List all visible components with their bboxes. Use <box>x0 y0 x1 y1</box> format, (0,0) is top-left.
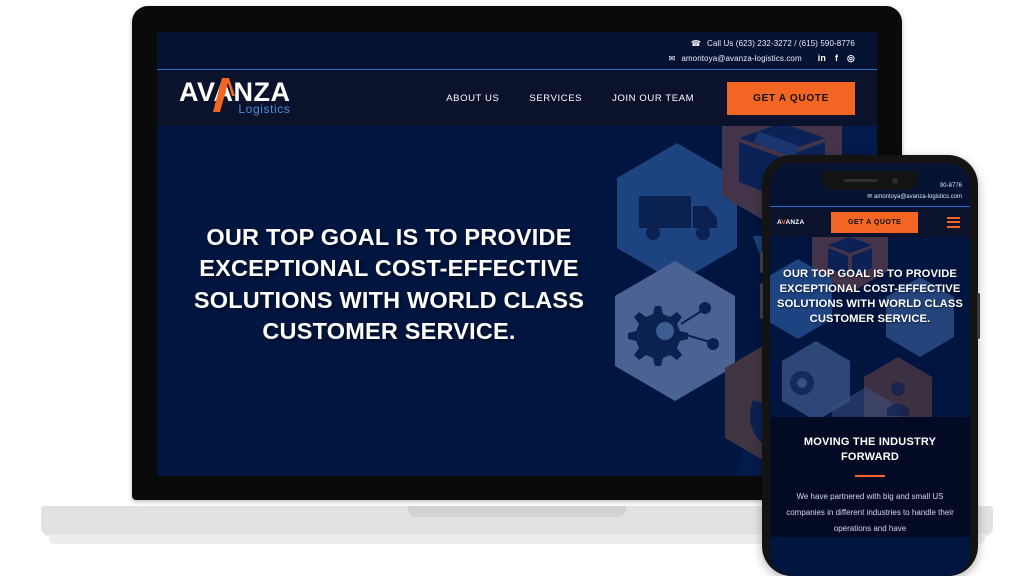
phone-device: 90-8776 ✉ amontoya@avanza-logistics.com … <box>760 155 980 576</box>
nav-link-join-our-team[interactable]: JOIN OUR TEAM <box>597 93 709 104</box>
instagram-icon[interactable]: ◎ <box>847 51 855 66</box>
phone-hero-headline: OUR TOP GOAL IS TO PROVIDE EXCEPTIONAL C… <box>777 268 963 326</box>
phone-section-body: We have partnered with big and small US … <box>786 491 954 533</box>
phone-section-divider <box>855 474 885 477</box>
logo-wordmark: AVANZA <box>179 77 291 107</box>
nav-link-services[interactable]: SERVICES <box>514 93 597 104</box>
phone-text: Call Us (623) 232-3272 / (615) 590-8776 <box>707 39 855 48</box>
top-contact-bar: ☎ Call Us (623) 232-3272 / (615) 590-877… <box>157 32 877 70</box>
phone-logo-rest: ANZA <box>785 218 805 226</box>
phone-get-a-quote-button[interactable]: GET A QUOTE <box>831 211 919 233</box>
nav-right-group: ABOUT US SERVICES JOIN OUR TEAM GET A QU… <box>431 81 877 115</box>
phone-gear-icon <box>790 371 814 395</box>
hero-headline: OUR TOP GOAL IS TO PROVIDE EXCEPTIONAL C… <box>193 224 585 344</box>
facebook-icon[interactable]: f <box>835 51 838 66</box>
phone-hero-section: OUR TOP GOAL IS TO PROVIDE EXCEPTIONAL C… <box>770 237 970 417</box>
mockup-stage: ☎ Call Us (623) 232-3272 / (615) 590-877… <box>0 0 1024 576</box>
phone-volume-button[interactable] <box>760 283 763 319</box>
earpiece-speaker <box>844 179 878 182</box>
phone-mute-button[interactable] <box>760 251 763 273</box>
phone-notch <box>822 171 918 190</box>
phone-site-logo[interactable]: AVANZA <box>777 219 804 226</box>
phone-topbar-email-text: amontoya@avanza-logistics.com <box>873 194 962 200</box>
phone-navbar: AVANZA GET A QUOTE <box>770 207 970 237</box>
phone-topbar-email[interactable]: ✉ amontoya@avanza-logistics.com <box>770 192 962 203</box>
hamburger-menu-icon[interactable] <box>945 215 962 230</box>
linkedin-icon[interactable]: in <box>818 51 826 66</box>
phone-icon: ☎ <box>690 39 701 48</box>
social-links: in f ◎ <box>818 51 855 66</box>
phone-moving-forward-section: MOVING THE INDUSTRY FORWARD We have part… <box>770 417 970 537</box>
get-a-quote-button[interactable]: GET A QUOTE <box>727 81 855 115</box>
phone-section-title: MOVING THE INDUSTRY FORWARD <box>803 436 937 464</box>
phone-power-button[interactable] <box>977 293 980 339</box>
nav-link-about-us[interactable]: ABOUT US <box>431 93 514 104</box>
site-logo[interactable]: AVANZA Logistics <box>179 77 291 117</box>
envelope-icon: ✉ <box>668 54 676 63</box>
email-text[interactable]: amontoya@avanza-logistics.com <box>681 51 801 66</box>
phone-screen: 90-8776 ✉ amontoya@avanza-logistics.com … <box>770 163 970 576</box>
envelope-icon: ✉ <box>867 194 873 200</box>
email-line: ✉ amontoya@avanza-logistics.com in f ◎ <box>669 51 855 66</box>
front-camera-icon <box>892 177 898 184</box>
main-navbar: AVANZA Logistics ABOUT US SERVICES JOIN … <box>157 70 877 126</box>
phone-line: ☎ Call Us (623) 232-3272 / (615) 590-877… <box>691 36 855 51</box>
